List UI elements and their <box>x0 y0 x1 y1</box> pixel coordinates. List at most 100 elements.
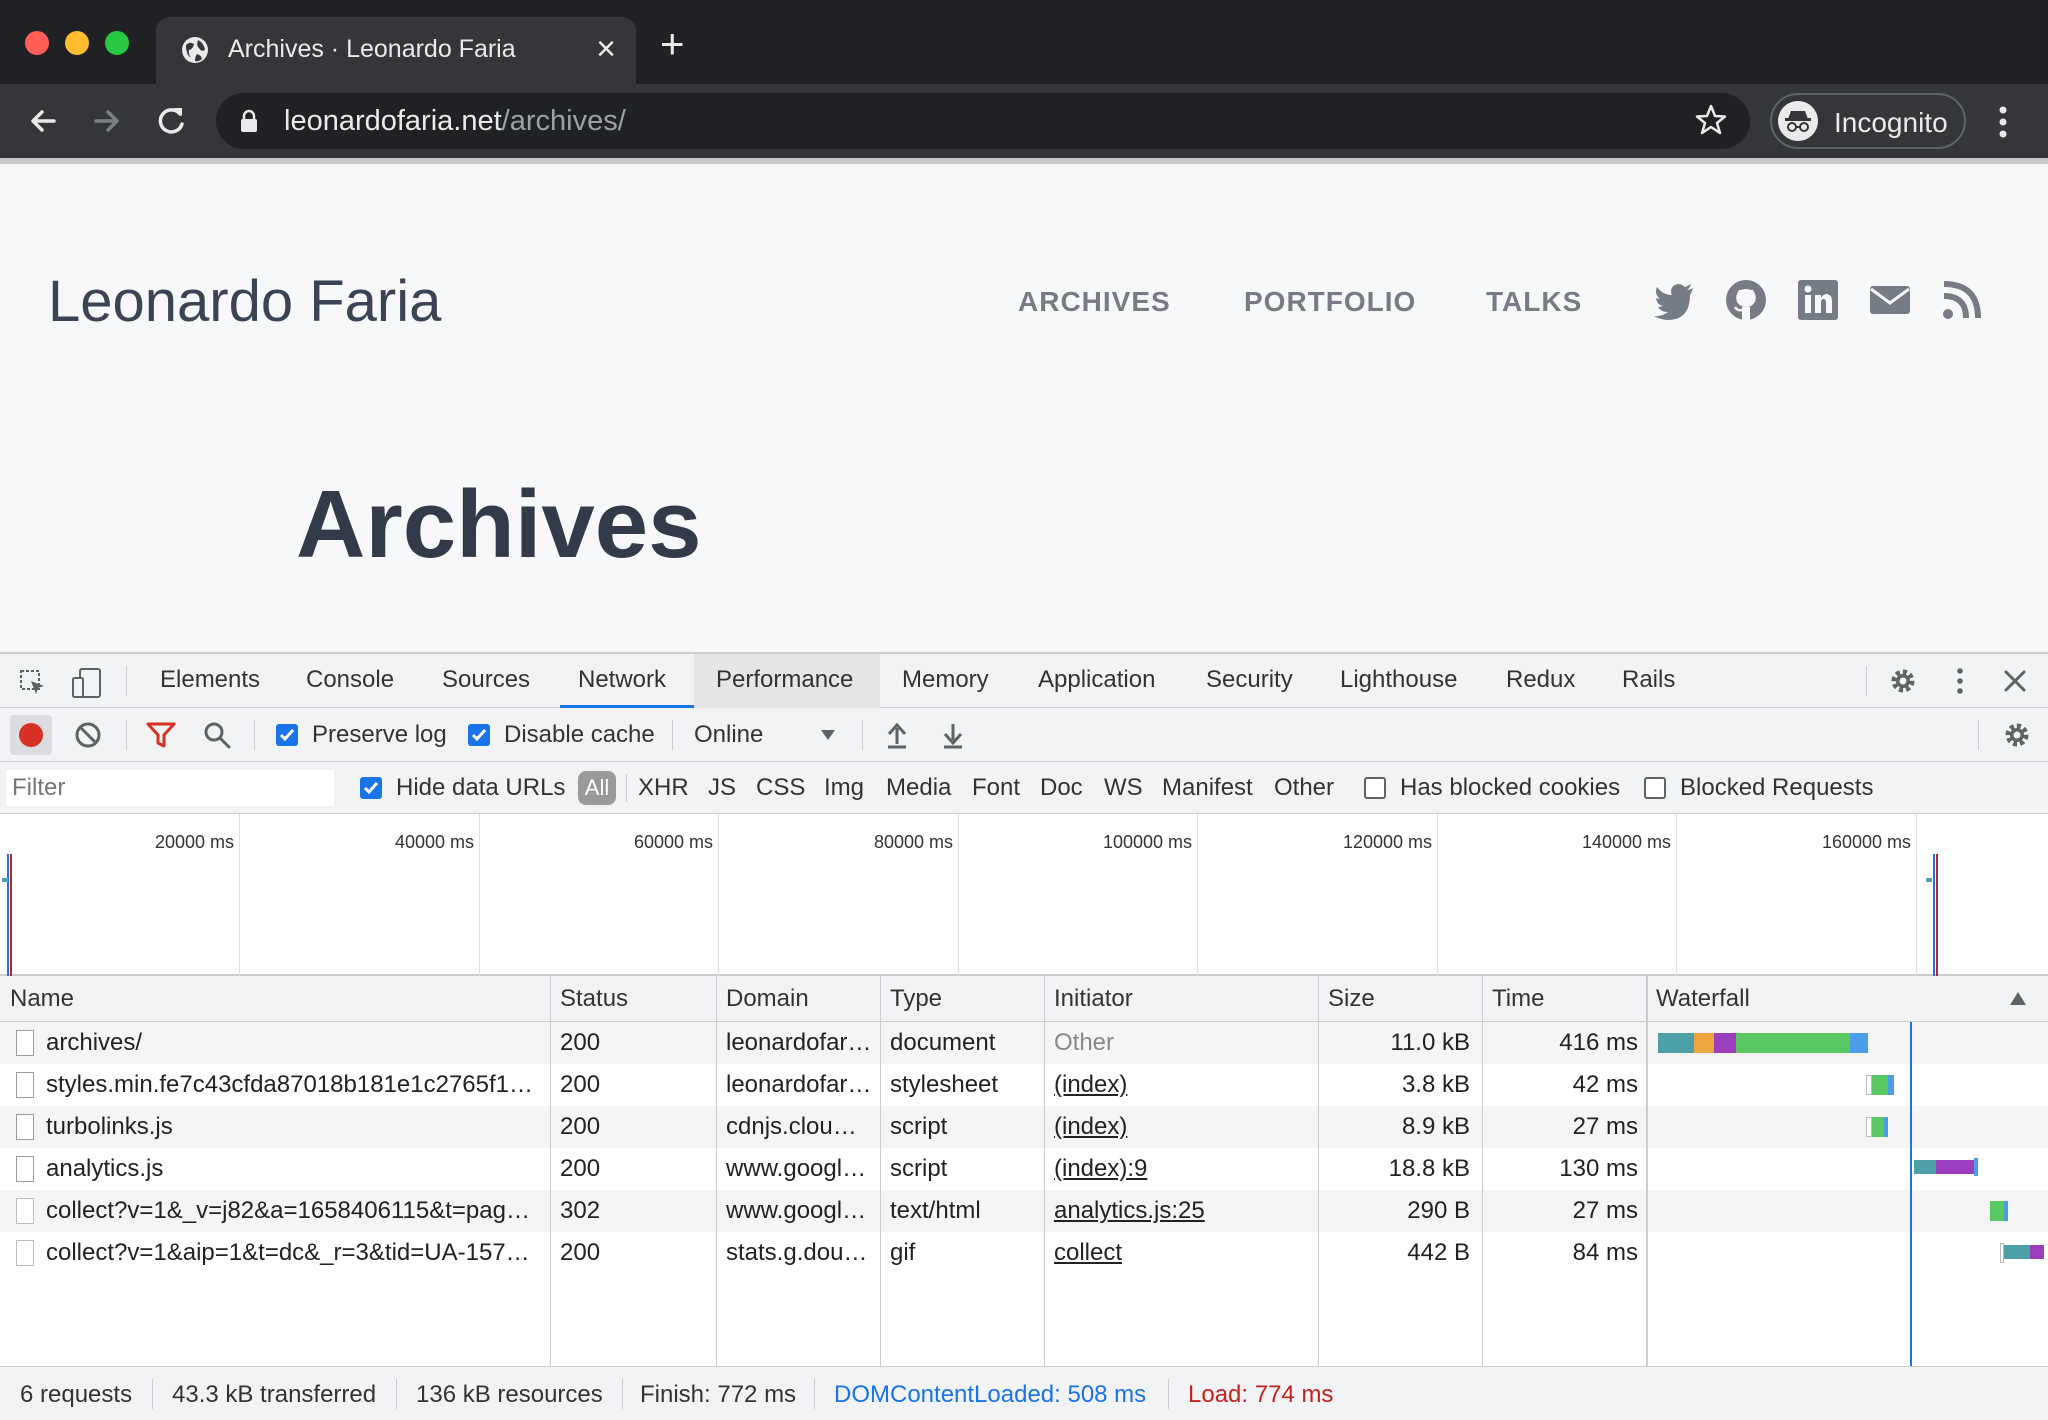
tab-console[interactable]: Console <box>306 666 394 694</box>
tab-redux[interactable]: Redux <box>1506 666 1575 694</box>
table-row[interactable]: analytics.js 200 www.googl… script (inde… <box>0 1148 1648 1190</box>
linkedin-icon[interactable] <box>1796 278 1840 322</box>
new-tab-button[interactable]: + <box>660 22 685 66</box>
request-initiator-link[interactable]: collect <box>1054 1239 1304 1267</box>
table-row[interactable]: collect?v=1&aip=1&t=dc&_r=3&tid=UA-157… … <box>0 1232 1648 1274</box>
column-header-name[interactable]: Name <box>10 985 74 1013</box>
request-type: script <box>890 1155 948 1182</box>
type-filter-xhr[interactable]: XHR <box>638 774 689 802</box>
request-initiator-link[interactable]: analytics.js:25 <box>1054 1197 1304 1225</box>
table-row[interactable]: turbolinks.js 200 cdnjs.clou… script (in… <box>0 1106 1648 1148</box>
import-har-icon[interactable] <box>884 720 910 750</box>
gear-icon[interactable] <box>1888 666 1918 696</box>
disable-cache-label[interactable]: Disable cache <box>504 721 655 749</box>
tab-sources[interactable]: Sources <box>442 666 530 694</box>
type-filter-all[interactable]: All <box>578 771 616 805</box>
type-filter-css[interactable]: CSS <box>756 774 805 802</box>
type-filter-img[interactable]: Img <box>824 774 864 802</box>
rss-icon[interactable] <box>1940 278 1984 322</box>
table-row[interactable]: styles.min.fe7c43cfda87018b181e1c2765f1…… <box>0 1064 1648 1106</box>
type-filter-media[interactable]: Media <box>886 774 951 802</box>
column-header-waterfall[interactable]: Waterfall <box>1656 985 1750 1013</box>
tab-security[interactable]: Security <box>1206 666 1293 694</box>
column-header-type[interactable]: Type <box>890 985 942 1013</box>
column-header-initiator[interactable]: Initiator <box>1054 985 1133 1013</box>
address-bar[interactable]: leonardofaria.net/archives/ <box>216 93 1750 149</box>
filter-icon[interactable] <box>146 721 176 749</box>
nav-link-talks[interactable]: TALKS <box>1486 286 1582 318</box>
tab-lighthouse[interactable]: Lighthouse <box>1340 666 1457 694</box>
type-filter-doc[interactable]: Doc <box>1040 774 1083 802</box>
network-overview-timeline[interactable]: 20000 ms 40000 ms 60000 ms 80000 ms 1000… <box>0 814 2048 976</box>
tab-application[interactable]: Application <box>1038 666 1155 694</box>
column-divider[interactable] <box>880 976 881 1366</box>
reload-icon[interactable] <box>150 100 192 142</box>
minimize-window-button[interactable] <box>65 31 89 55</box>
export-har-icon[interactable] <box>940 720 966 750</box>
column-divider[interactable] <box>550 976 551 1366</box>
request-initiator-link[interactable]: (index) <box>1054 1071 1304 1099</box>
sort-ascending-icon[interactable] <box>2008 990 2028 1006</box>
column-divider[interactable] <box>1044 976 1045 1366</box>
request-initiator-link[interactable]: (index):9 <box>1054 1155 1304 1183</box>
incognito-profile-button[interactable]: Incognito <box>1770 93 1966 149</box>
blocked-requests-label[interactable]: Blocked Requests <box>1680 774 1873 802</box>
filter-input[interactable] <box>6 770 334 806</box>
network-settings-gear-icon[interactable] <box>2002 720 2032 750</box>
column-header-status[interactable]: Status <box>560 985 628 1013</box>
back-icon[interactable] <box>22 100 64 142</box>
tab-elements[interactable]: Elements <box>160 666 260 694</box>
column-divider[interactable] <box>716 976 717 1366</box>
has-blocked-cookies-label[interactable]: Has blocked cookies <box>1400 774 1620 802</box>
mail-icon[interactable] <box>1868 278 1912 322</box>
inspect-element-icon[interactable] <box>18 668 48 698</box>
tab-memory[interactable]: Memory <box>902 666 989 694</box>
twitter-icon[interactable] <box>1652 278 1696 322</box>
close-icon[interactable] <box>2002 668 2028 694</box>
disable-cache-checkbox[interactable] <box>468 724 490 746</box>
search-icon[interactable] <box>202 720 232 750</box>
column-header-time[interactable]: Time <box>1492 985 1544 1013</box>
tab-performance[interactable]: Performance <box>716 666 853 694</box>
star-icon[interactable] <box>1694 103 1728 137</box>
tab-rails[interactable]: Rails <box>1622 666 1675 694</box>
close-window-button[interactable] <box>25 31 49 55</box>
browser-tab-active[interactable]: Archives · Leonardo Faria × <box>156 17 636 84</box>
preserve-log-checkbox[interactable] <box>276 724 298 746</box>
hide-data-urls-checkbox[interactable] <box>360 777 382 799</box>
preserve-log-label[interactable]: Preserve log <box>312 721 447 749</box>
request-initiator-link[interactable]: (index) <box>1054 1113 1304 1141</box>
load-marker <box>1936 854 1938 976</box>
nav-link-portfolio[interactable]: PORTFOLIO <box>1244 286 1416 318</box>
column-divider[interactable] <box>1482 976 1483 1366</box>
nav-link-archives[interactable]: ARCHIVES <box>1018 286 1171 318</box>
site-title[interactable]: Leonardo Faria <box>48 268 441 335</box>
forward-icon[interactable] <box>86 100 128 142</box>
table-row[interactable]: collect?v=1&_v=j82&a=1658406115&t=pag… 3… <box>0 1190 1648 1232</box>
clear-icon[interactable] <box>74 721 102 749</box>
tab-network[interactable]: Network <box>578 666 666 694</box>
device-toolbar-icon[interactable] <box>70 666 104 700</box>
github-icon[interactable] <box>1724 278 1768 322</box>
type-filter-manifest[interactable]: Manifest <box>1162 774 1253 802</box>
kebab-icon[interactable] <box>1988 102 2018 142</box>
type-filter-other[interactable]: Other <box>1274 774 1334 802</box>
gridline <box>1916 814 1917 976</box>
blocked-requests-checkbox[interactable] <box>1644 777 1666 799</box>
type-filter-font[interactable]: Font <box>972 774 1020 802</box>
throttling-select[interactable]: Online <box>692 714 842 756</box>
hide-data-urls-label[interactable]: Hide data URLs <box>396 774 565 802</box>
record-button[interactable] <box>10 715 52 755</box>
close-tab-button[interactable]: × <box>596 29 616 69</box>
type-filter-ws[interactable]: WS <box>1104 774 1143 802</box>
maximize-window-button[interactable] <box>105 31 129 55</box>
column-header-domain[interactable]: Domain <box>726 985 809 1013</box>
table-row[interactable]: archives/ 200 leonardofar… document Othe… <box>0 1022 1648 1064</box>
kebab-icon[interactable] <box>1948 666 1972 696</box>
lock-icon[interactable] <box>240 109 258 133</box>
column-header-size[interactable]: Size <box>1328 985 1375 1013</box>
column-divider[interactable] <box>1646 976 1648 1366</box>
has-blocked-cookies-checkbox[interactable] <box>1364 777 1386 799</box>
column-divider[interactable] <box>1318 976 1319 1366</box>
type-filter-js[interactable]: JS <box>708 774 736 802</box>
